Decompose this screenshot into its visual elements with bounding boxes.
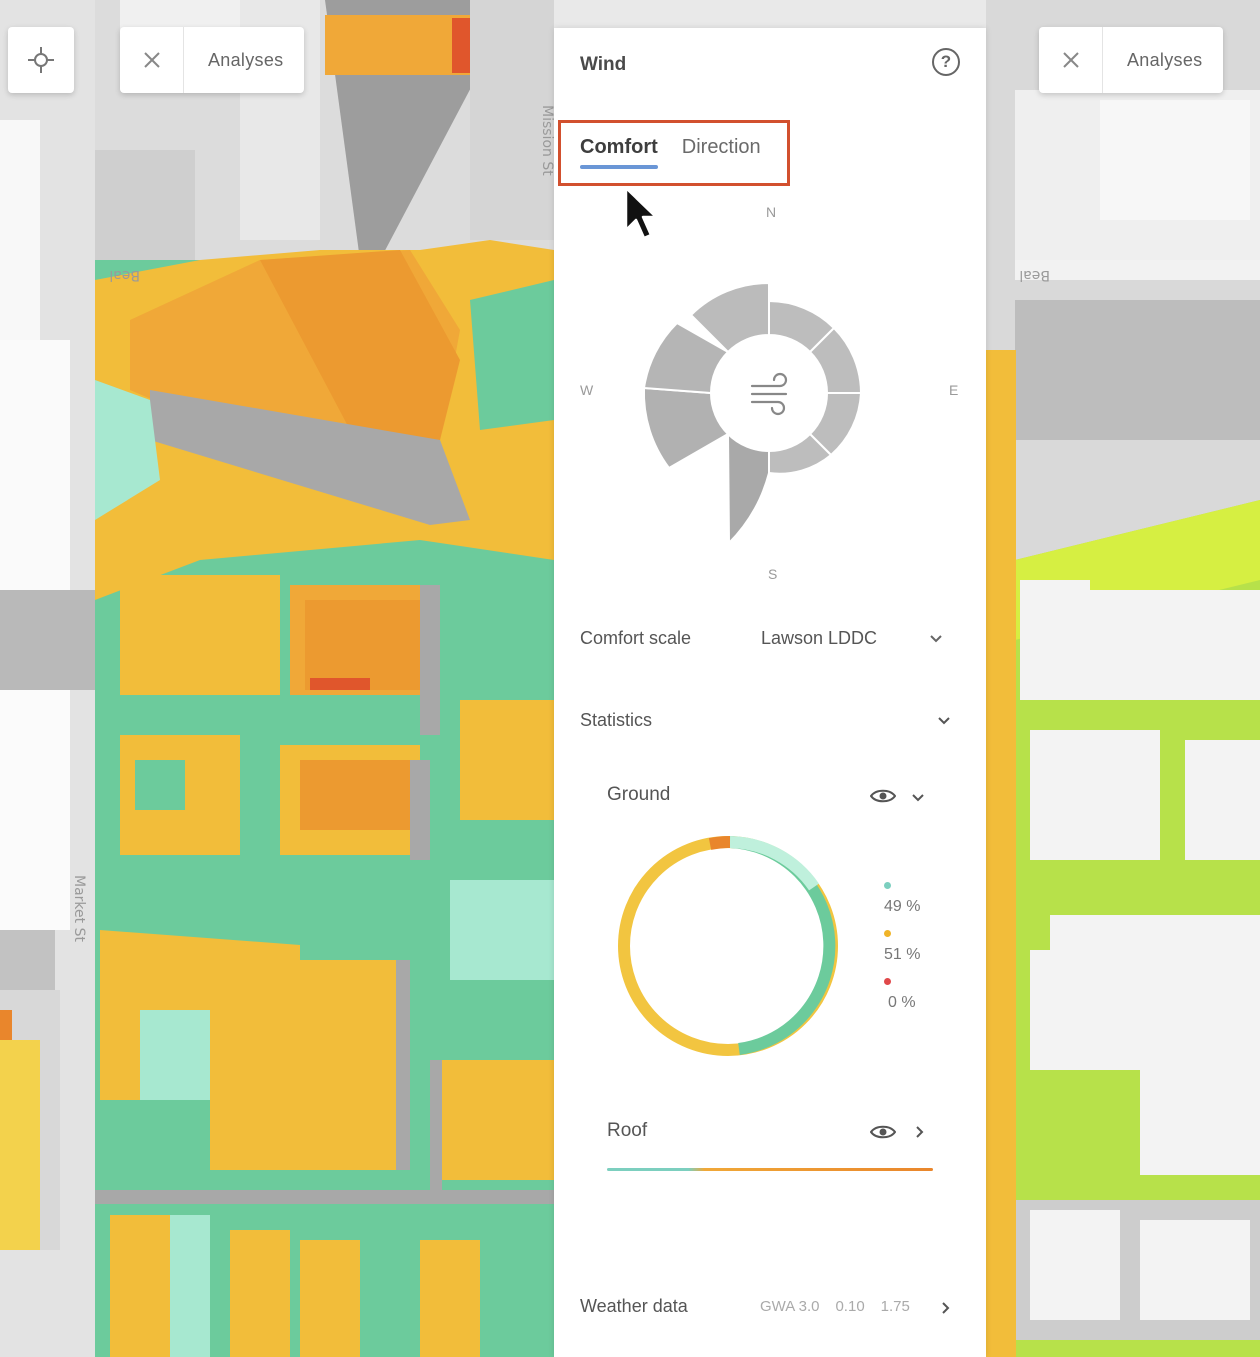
legend-item-orange: 51 % xyxy=(884,930,944,964)
compass-east: E xyxy=(949,382,959,398)
legend-item-green: 49 % xyxy=(884,882,944,916)
chevron-right-icon[interactable] xyxy=(938,1300,954,1316)
weather-data-meta: GWA 3.0 0.10 1.75 xyxy=(760,1298,910,1315)
ground-donut-chart xyxy=(618,836,838,1056)
statistics-row[interactable]: Statistics xyxy=(580,710,960,731)
weather-source: GWA 3.0 xyxy=(760,1298,820,1315)
roof-distribution-bar xyxy=(607,1168,933,1171)
comfort-scale-select[interactable]: Lawson LDDC xyxy=(761,628,877,649)
weather-data-label: Weather data xyxy=(580,1296,688,1316)
chevron-down-icon[interactable] xyxy=(928,631,944,647)
eye-icon[interactable] xyxy=(870,788,896,804)
legend-item-red: 0 % xyxy=(884,978,944,1012)
crosshair-icon xyxy=(28,47,54,73)
comfort-scale-label: Comfort scale xyxy=(580,628,692,648)
street-label-mission: Mission St xyxy=(539,105,555,176)
comfort-scale-row[interactable]: Comfort scale Lawson LDDC xyxy=(580,628,960,649)
legend-pct-orange: 51 % xyxy=(884,946,921,963)
close-icon xyxy=(1062,52,1079,68)
close-analyses-button-right[interactable] xyxy=(1039,27,1103,93)
street-label-beal: Beal xyxy=(109,267,140,283)
tab-comfort[interactable]: Comfort xyxy=(580,136,658,169)
locate-button[interactable] xyxy=(8,27,74,93)
tab-bar: Comfort Direction xyxy=(580,136,761,169)
street-label-market: Market St xyxy=(71,875,87,942)
chevron-down-icon[interactable] xyxy=(936,713,952,729)
legend-dot-green xyxy=(884,882,891,889)
close-analyses-button-left[interactable] xyxy=(120,27,184,93)
weather-value-a: 0.10 xyxy=(835,1298,865,1315)
wind-panel: Wind ? Comfort Direction N W E S Comfort… xyxy=(554,28,986,1357)
compass-west: W xyxy=(580,382,594,398)
ground-label: Ground xyxy=(607,784,671,805)
chevron-right-icon[interactable] xyxy=(912,1124,928,1140)
help-icon[interactable]: ? xyxy=(932,48,960,76)
legend-pct-red: 0 % xyxy=(888,994,916,1011)
legend-dot-red xyxy=(884,978,891,985)
roof-label: Roof xyxy=(607,1120,648,1141)
analyses-control-left: Analyses xyxy=(120,27,304,93)
chevron-down-icon[interactable] xyxy=(910,790,926,806)
street-label-beal-right: Beal xyxy=(1019,267,1050,283)
mouse-cursor-icon xyxy=(624,186,658,240)
analyses-label-right[interactable]: Analyses xyxy=(1103,50,1202,71)
analyses-label-left[interactable]: Analyses xyxy=(184,50,283,71)
analyses-control-right: Analyses xyxy=(1039,27,1223,93)
weather-value-b: 1.75 xyxy=(880,1298,910,1315)
panel-title: Wind xyxy=(580,54,627,75)
statistics-label: Statistics xyxy=(580,710,653,730)
tab-direction[interactable]: Direction xyxy=(682,136,761,167)
compass-south: S xyxy=(768,566,778,582)
legend-pct-green: 49 % xyxy=(884,898,921,915)
wind-rose-chart[interactable] xyxy=(594,218,944,568)
legend-dot-orange xyxy=(884,930,891,937)
eye-icon[interactable] xyxy=(870,1124,896,1140)
close-icon xyxy=(143,52,160,68)
